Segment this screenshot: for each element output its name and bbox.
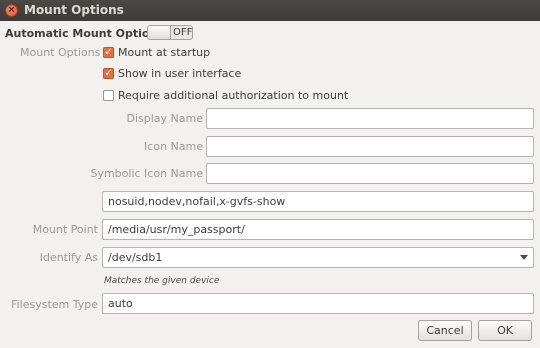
mount-options-field[interactable]: nosuid,nodev,nofail,x-gvfs-show <box>102 191 534 212</box>
identify-as-value: /dev/sdb1 <box>108 251 163 264</box>
automatic-mount-toggle[interactable]: OFF <box>147 25 193 40</box>
title-bar: × Mount Options <box>0 0 540 21</box>
display-name-field[interactable] <box>206 108 534 129</box>
toggle-knob <box>148 26 171 39</box>
identify-as-hint: Matches the given device <box>104 276 220 286</box>
toggle-state: OFF <box>173 27 193 38</box>
mount-point-field[interactable]: /media/usr/my_passport/ <box>102 219 534 240</box>
chevron-down-icon <box>520 255 528 260</box>
show-in-ui-label[interactable]: Show in user interface <box>118 67 241 80</box>
cancel-button[interactable]: Cancel <box>418 320 472 341</box>
require-auth-label[interactable]: Require additional authorization to moun… <box>118 89 348 102</box>
ok-button[interactable]: OK <box>478 320 532 341</box>
mount-at-startup-label[interactable]: Mount at startup <box>118 46 210 59</box>
symbolic-icon-name-field[interactable] <box>206 163 534 184</box>
filesystem-type-field[interactable]: auto <box>102 293 534 314</box>
close-icon[interactable]: × <box>5 4 18 17</box>
display-name-label: Display Name <box>126 112 204 125</box>
filesystem-type-label: Filesystem Type <box>11 298 98 311</box>
identify-as-label: Identify As <box>39 251 98 264</box>
symbolic-icon-name-label: Symbolic Icon Name <box>90 167 203 180</box>
identify-as-dropdown[interactable]: /dev/sdb1 <box>102 247 534 268</box>
mount-point-label: Mount Point <box>32 223 98 236</box>
icon-name-field[interactable] <box>206 136 534 157</box>
require-auth-checkbox[interactable] <box>103 90 114 101</box>
show-in-ui-checkbox[interactable]: ✓ <box>103 68 114 79</box>
icon-name-label: Icon Name <box>144 140 203 153</box>
mount-at-startup-checkbox[interactable]: ✓ <box>103 47 114 58</box>
window-title: Mount Options <box>24 3 124 17</box>
mount-options-label: Mount Options <box>20 46 101 59</box>
automatic-mount-options-label: Automatic Mount Options <box>5 27 164 40</box>
